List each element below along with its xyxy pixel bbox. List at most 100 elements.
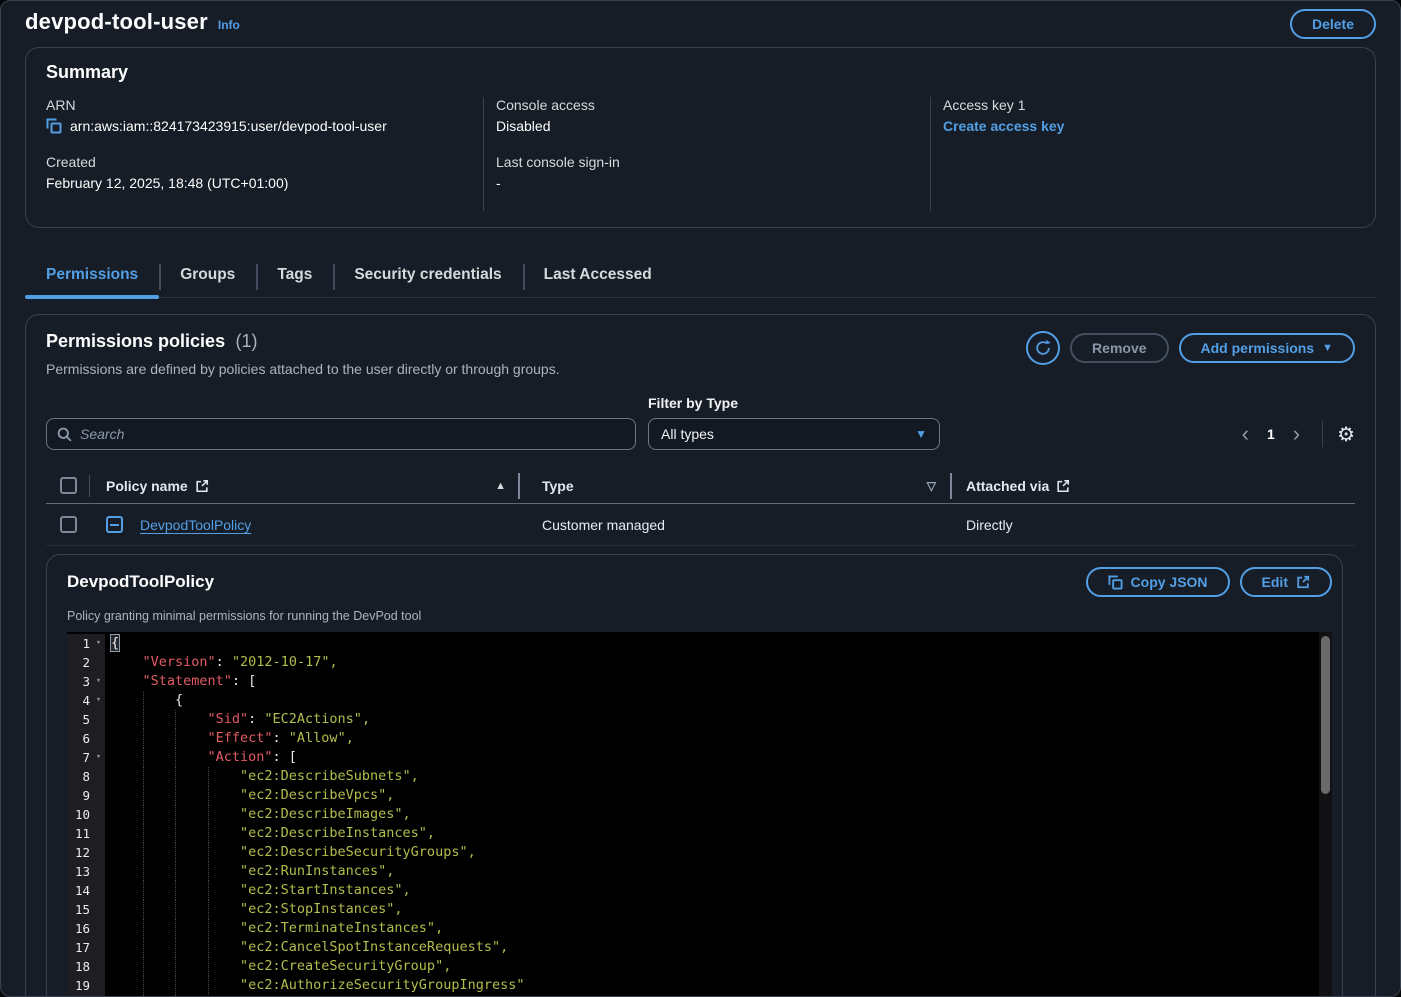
editor-scrollbar-track: [1319, 632, 1332, 997]
last-signin-label: Last console sign-in: [496, 154, 914, 170]
fold-gutter: [92, 862, 105, 881]
create-access-key-link[interactable]: Create access key: [943, 118, 1064, 134]
code-line: 5"Sid": "EC2Actions",: [67, 710, 1332, 729]
search-box[interactable]: [46, 418, 636, 450]
type-filter-value: All types: [661, 426, 915, 442]
pagination-tools: ‹ 1 › ⚙: [1234, 418, 1355, 450]
refresh-icon: [1034, 339, 1052, 357]
tab-tags[interactable]: Tags: [256, 258, 333, 297]
fold-toggle-icon[interactable]: ▾: [92, 672, 105, 691]
code-line: 18"ec2:CreateSecurityGroup",: [67, 957, 1332, 976]
type-sort-icon[interactable]: ▽: [927, 479, 936, 493]
access-key-label: Access key 1: [943, 97, 1359, 113]
tab-permissions[interactable]: Permissions: [25, 258, 159, 297]
edit-label: Edit: [1262, 574, 1288, 590]
collapse-row-icon[interactable]: [106, 516, 123, 533]
header-attached-via[interactable]: Attached via: [952, 478, 1355, 494]
row-checkbox[interactable]: [60, 516, 77, 533]
refresh-button[interactable]: [1026, 331, 1060, 365]
panel-count: (1): [236, 331, 258, 351]
policy-detail-actions: Copy JSON Edit: [1086, 567, 1332, 597]
code-line: 8"ec2:DescribeSubnets",: [67, 767, 1332, 786]
code-line: 13"ec2:RunInstances",: [67, 862, 1332, 881]
sort-ascending-icon[interactable]: ▲: [495, 480, 506, 492]
arn-label: ARN: [46, 97, 467, 113]
page-header: devpod-tool-user Info Delete: [1, 1, 1400, 39]
policy-detail-header: DevpodToolPolicy Copy JSON Edit: [47, 567, 1332, 597]
add-permissions-label: Add permissions: [1201, 340, 1315, 356]
row-policy-name-cell: DevpodToolPolicy: [90, 504, 520, 545]
code-line: 14"ec2:StartInstances",: [67, 881, 1332, 900]
external-link-icon: [1056, 479, 1070, 493]
fold-toggle-icon[interactable]: ▾: [92, 634, 105, 653]
code-line: 11"ec2:DescribeInstances",: [67, 824, 1332, 843]
code-line: 16"ec2:TerminateInstances",: [67, 919, 1332, 938]
fold-gutter: [92, 843, 105, 862]
edit-policy-button[interactable]: Edit: [1240, 567, 1332, 597]
previous-page-button[interactable]: ‹: [1234, 423, 1257, 445]
code-line: 6"Effect": "Allow",: [67, 729, 1332, 748]
header-type[interactable]: Type ▽: [520, 468, 952, 503]
external-link-icon: [1296, 575, 1310, 589]
filter-row: Filter by Type All types ▼ ‹ 1 › ⚙: [46, 395, 1355, 450]
fold-gutter: [92, 767, 105, 786]
fold-gutter: [92, 805, 105, 824]
tabs: Permissions Groups Tags Security credent…: [25, 258, 1376, 298]
fold-toggle-icon[interactable]: ▾: [92, 748, 105, 767]
editor-scrollbar-thumb[interactable]: [1321, 636, 1330, 794]
select-all-checkbox[interactable]: [60, 477, 77, 494]
page-number[interactable]: 1: [1261, 426, 1281, 442]
fold-gutter: [92, 710, 105, 729]
table-row: DevpodToolPolicy Customer managed Direct…: [46, 504, 1355, 546]
copy-json-button[interactable]: Copy JSON: [1086, 567, 1230, 597]
type-filter-select[interactable]: All types ▼: [648, 418, 940, 450]
code-line: 1▾{: [67, 634, 1332, 653]
copy-json-label: Copy JSON: [1131, 574, 1208, 590]
policy-detail-description: Policy granting minimal permissions for …: [47, 609, 1332, 623]
remove-button[interactable]: Remove: [1070, 333, 1168, 363]
tab-security-credentials[interactable]: Security credentials: [333, 258, 522, 297]
panel-title: Permissions policies: [46, 331, 225, 351]
next-page-button[interactable]: ›: [1285, 423, 1308, 445]
fold-toggle-icon[interactable]: ▾: [92, 691, 105, 710]
header-checkbox-cell: [46, 468, 90, 503]
policy-json-editor[interactable]: 1▾{2"Version": "2012-10-17",3▾"Statement…: [67, 632, 1332, 997]
arn-value-row: arn:aws:iam::824173423915:user/devpod-to…: [46, 118, 467, 134]
header-policy-name[interactable]: Policy name ▲: [90, 468, 520, 503]
fold-gutter: [92, 938, 105, 957]
code-line: 4▾{: [67, 691, 1332, 710]
app-frame: devpod-tool-user Info Delete Summary ARN…: [0, 0, 1401, 997]
access-key-field: Access key 1 Create access key: [943, 97, 1359, 134]
attached-via-header-label: Attached via: [966, 478, 1049, 494]
summary-title: Summary: [46, 62, 1375, 83]
copy-icon: [1108, 575, 1123, 590]
summary-col-1: ARN arn:aws:iam::824173423915:user/devpo…: [46, 97, 483, 211]
code-line: 12"ec2:DescribeSecurityGroups",: [67, 843, 1332, 862]
code-line: 17"ec2:CancelSpotInstanceRequests",: [67, 938, 1332, 957]
info-link[interactable]: Info: [218, 18, 240, 32]
tab-last-accessed[interactable]: Last Accessed: [523, 258, 673, 297]
code-line: 19"ec2:AuthorizeSecurityGroupIngress": [67, 976, 1332, 995]
code-line: 10"ec2:DescribeImages",: [67, 805, 1332, 824]
fold-gutter: [92, 824, 105, 843]
panel-actions: Remove Add permissions ▼: [1026, 331, 1355, 365]
tab-groups[interactable]: Groups: [159, 258, 256, 297]
panel-header: Permissions policies (1) Permissions are…: [46, 331, 1355, 377]
policy-detail-card: DevpodToolPolicy Copy JSON Edit: [46, 554, 1343, 997]
add-permissions-button[interactable]: Add permissions ▼: [1179, 333, 1355, 363]
arn-field: ARN arn:aws:iam::824173423915:user/devpo…: [46, 97, 467, 134]
arn-value: arn:aws:iam::824173423915:user/devpod-to…: [70, 118, 387, 134]
created-label: Created: [46, 154, 467, 170]
fold-gutter: [92, 957, 105, 976]
fold-gutter: [92, 729, 105, 748]
permissions-policies-panel: Permissions policies (1) Permissions are…: [25, 314, 1376, 997]
search-input[interactable]: [80, 426, 625, 442]
filter-label: Filter by Type: [648, 395, 940, 411]
copy-icon[interactable]: [46, 118, 62, 134]
policy-name-link[interactable]: DevpodToolPolicy: [140, 517, 251, 533]
fold-gutter: [92, 919, 105, 938]
gear-icon[interactable]: ⚙: [1337, 422, 1355, 447]
delete-button[interactable]: Delete: [1290, 9, 1376, 39]
type-header-label: Type: [542, 478, 574, 494]
policy-detail-title: DevpodToolPolicy: [67, 572, 214, 592]
